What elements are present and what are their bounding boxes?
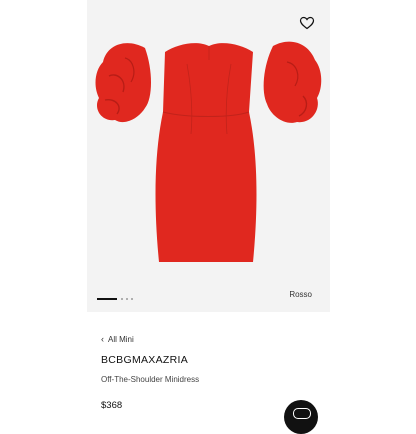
chat-button[interactable] <box>284 400 318 434</box>
product-name: Off-The-Shoulder Minidress <box>101 375 200 384</box>
heart-icon <box>299 16 315 30</box>
product-image-gallery[interactable]: Rosso <box>87 0 330 312</box>
carousel-dot[interactable] <box>126 298 128 300</box>
brand-name[interactable]: BCBGMAXAZRIA <box>101 354 188 366</box>
breadcrumb-label[interactable]: All Mini <box>108 335 134 344</box>
carousel-dot[interactable] <box>131 298 133 300</box>
wishlist-button[interactable] <box>299 15 315 31</box>
carousel-indicator[interactable] <box>97 296 157 302</box>
chevron-left-icon: ‹ <box>101 334 104 344</box>
breadcrumb[interactable]: ‹ All Mini <box>101 334 134 345</box>
color-name-label: Rosso <box>289 290 312 299</box>
product-price: $368 <box>101 400 123 411</box>
chat-icon <box>293 408 311 419</box>
product-image <box>95 41 322 262</box>
carousel-dot-active[interactable] <box>97 298 117 300</box>
carousel-dot[interactable] <box>121 298 123 300</box>
